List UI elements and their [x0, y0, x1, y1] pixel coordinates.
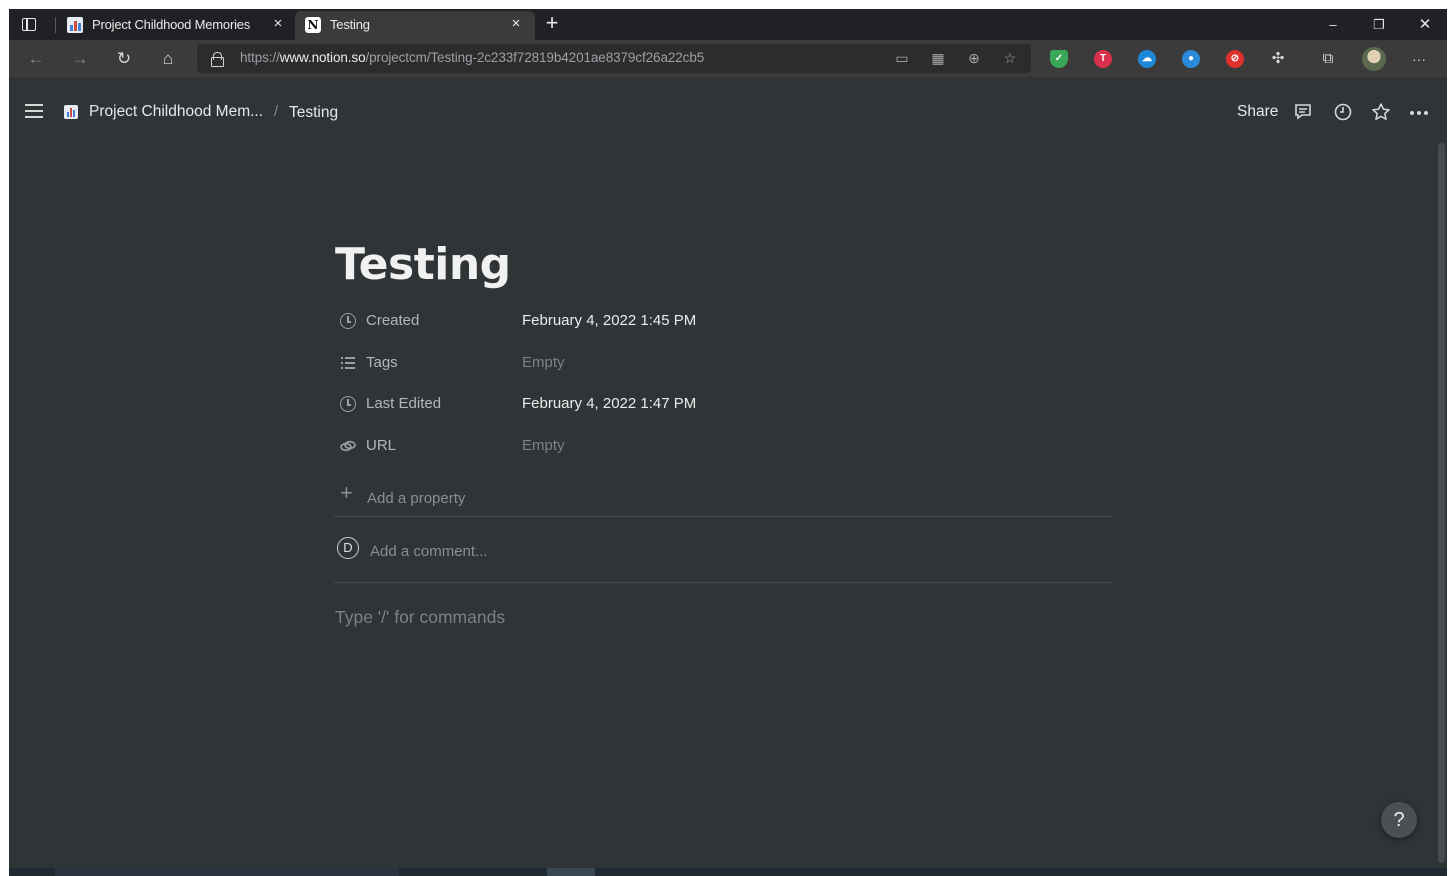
help-button[interactable]: ? — [1381, 802, 1417, 838]
comments-icon[interactable] — [1292, 102, 1314, 124]
tab-title: Testing — [330, 17, 370, 32]
property-name[interactable]: URL — [366, 437, 396, 454]
property-tags[interactable]: Tags Empty — [339, 346, 1119, 380]
tab-divider — [55, 17, 56, 33]
home-icon[interactable]: ⌂ — [158, 49, 178, 69]
property-url[interactable]: URL Empty — [339, 429, 1119, 463]
link-icon — [339, 437, 357, 455]
property-name[interactable]: Last Edited — [366, 395, 441, 412]
browser-menu-icon[interactable]: ··· — [1409, 49, 1429, 69]
plus-icon: + — [340, 480, 353, 505]
add-property-button[interactable]: + Add a property — [340, 481, 500, 511]
vertical-scrollbar[interactable] — [1436, 137, 1447, 868]
tab-project-childhood-memories[interactable]: Project Childhood Memories × — [57, 11, 297, 40]
profile-avatar[interactable] — [1362, 47, 1386, 71]
clock-icon — [339, 395, 357, 413]
page-title[interactable]: Testing — [335, 239, 511, 290]
url-text[interactable]: https://www.notion.so/projectcm/Testing-… — [240, 50, 704, 65]
address-bar[interactable]: https://www.notion.so/projectcm/Testing-… — [197, 44, 1031, 73]
taskbar-strip — [9, 868, 1447, 876]
share-button[interactable]: Share — [1237, 103, 1278, 121]
extension-compass-icon[interactable]: ⊘ — [1226, 50, 1244, 68]
restore-button[interactable]: ❐ — [1368, 15, 1390, 35]
notion-favicon-icon: N — [305, 17, 321, 33]
tab-actions-icon[interactable] — [19, 15, 41, 35]
extensions-puzzle-icon[interactable]: ✣ — [1268, 49, 1288, 69]
tab-testing[interactable]: N Testing × — [295, 11, 535, 40]
add-property-label: Add a property — [367, 490, 466, 507]
tab-close-icon[interactable]: × — [269, 15, 287, 33]
browser-window: Project Childhood Memories × N Testing ×… — [9, 9, 1447, 876]
clock-icon — [339, 312, 357, 330]
property-value[interactable]: Empty — [522, 437, 565, 454]
property-last-edited[interactable]: Last Edited February 4, 2022 1:47 PM — [339, 387, 1119, 421]
tab-title: Project Childhood Memories — [92, 17, 251, 32]
lock-icon[interactable] — [211, 52, 224, 67]
shield-extension-icon[interactable]: ✓ — [1050, 50, 1068, 68]
chart-favicon-icon — [67, 17, 83, 33]
zoom-icon[interactable]: ⊕ — [965, 49, 983, 67]
breadcrumb-separator: / — [274, 103, 279, 120]
comment-avatar: D — [337, 537, 359, 559]
sidebar-menu-icon[interactable] — [25, 104, 43, 118]
extension-blue-icon[interactable]: ● — [1182, 50, 1200, 68]
immersive-reader-icon[interactable]: ▦ — [929, 49, 947, 67]
property-value[interactable]: February 4, 2022 1:47 PM — [522, 395, 696, 412]
collections-icon[interactable]: ⧉ — [1318, 49, 1338, 69]
scrollbar-thumb[interactable] — [1438, 143, 1445, 863]
forward-icon[interactable]: → — [70, 49, 90, 69]
browser-toolbar: ← → ↻ ⌂ https://www.notion.so/projectcm/… — [9, 40, 1447, 77]
divider — [334, 582, 1112, 583]
tab-close-icon[interactable]: × — [507, 15, 525, 33]
app-available-icon[interactable]: ▭ — [893, 49, 911, 67]
window-close-button[interactable]: ✕ — [1414, 15, 1436, 35]
favorite-star-icon[interactable] — [1370, 102, 1392, 124]
cloud-extension-icon[interactable]: ☁ — [1138, 50, 1156, 68]
breadcrumb-current[interactable]: Testing — [289, 104, 338, 122]
breadcrumb-parent[interactable]: Project Childhood Mem... — [89, 103, 263, 121]
property-value[interactable]: February 4, 2022 1:45 PM — [522, 312, 696, 329]
property-value[interactable]: Empty — [522, 354, 565, 371]
divider — [334, 516, 1112, 517]
property-created[interactable]: Created February 4, 2022 1:45 PM — [339, 304, 1119, 338]
property-name[interactable]: Tags — [366, 354, 398, 371]
chart-page-icon — [64, 105, 78, 119]
back-icon[interactable]: ← — [26, 49, 46, 69]
minimize-button[interactable]: – — [1322, 15, 1344, 35]
notion-topbar: Project Childhood Mem... / Testing Share — [9, 77, 1447, 137]
new-tab-button[interactable]: + — [541, 12, 563, 35]
tab-strip: Project Childhood Memories × N Testing ×… — [9, 9, 1447, 40]
list-icon — [339, 354, 357, 372]
comment-input[interactable]: Add a comment... — [370, 543, 488, 560]
refresh-icon[interactable]: ↻ — [114, 49, 134, 69]
property-name[interactable]: Created — [366, 312, 419, 329]
page-body-placeholder[interactable]: Type '/' for commands — [335, 607, 505, 628]
more-options-icon[interactable] — [1408, 102, 1430, 124]
updates-clock-icon[interactable] — [1332, 102, 1354, 124]
add-favorite-icon[interactable]: ☆ — [1001, 49, 1019, 67]
extension-red-icon[interactable]: T — [1094, 50, 1112, 68]
